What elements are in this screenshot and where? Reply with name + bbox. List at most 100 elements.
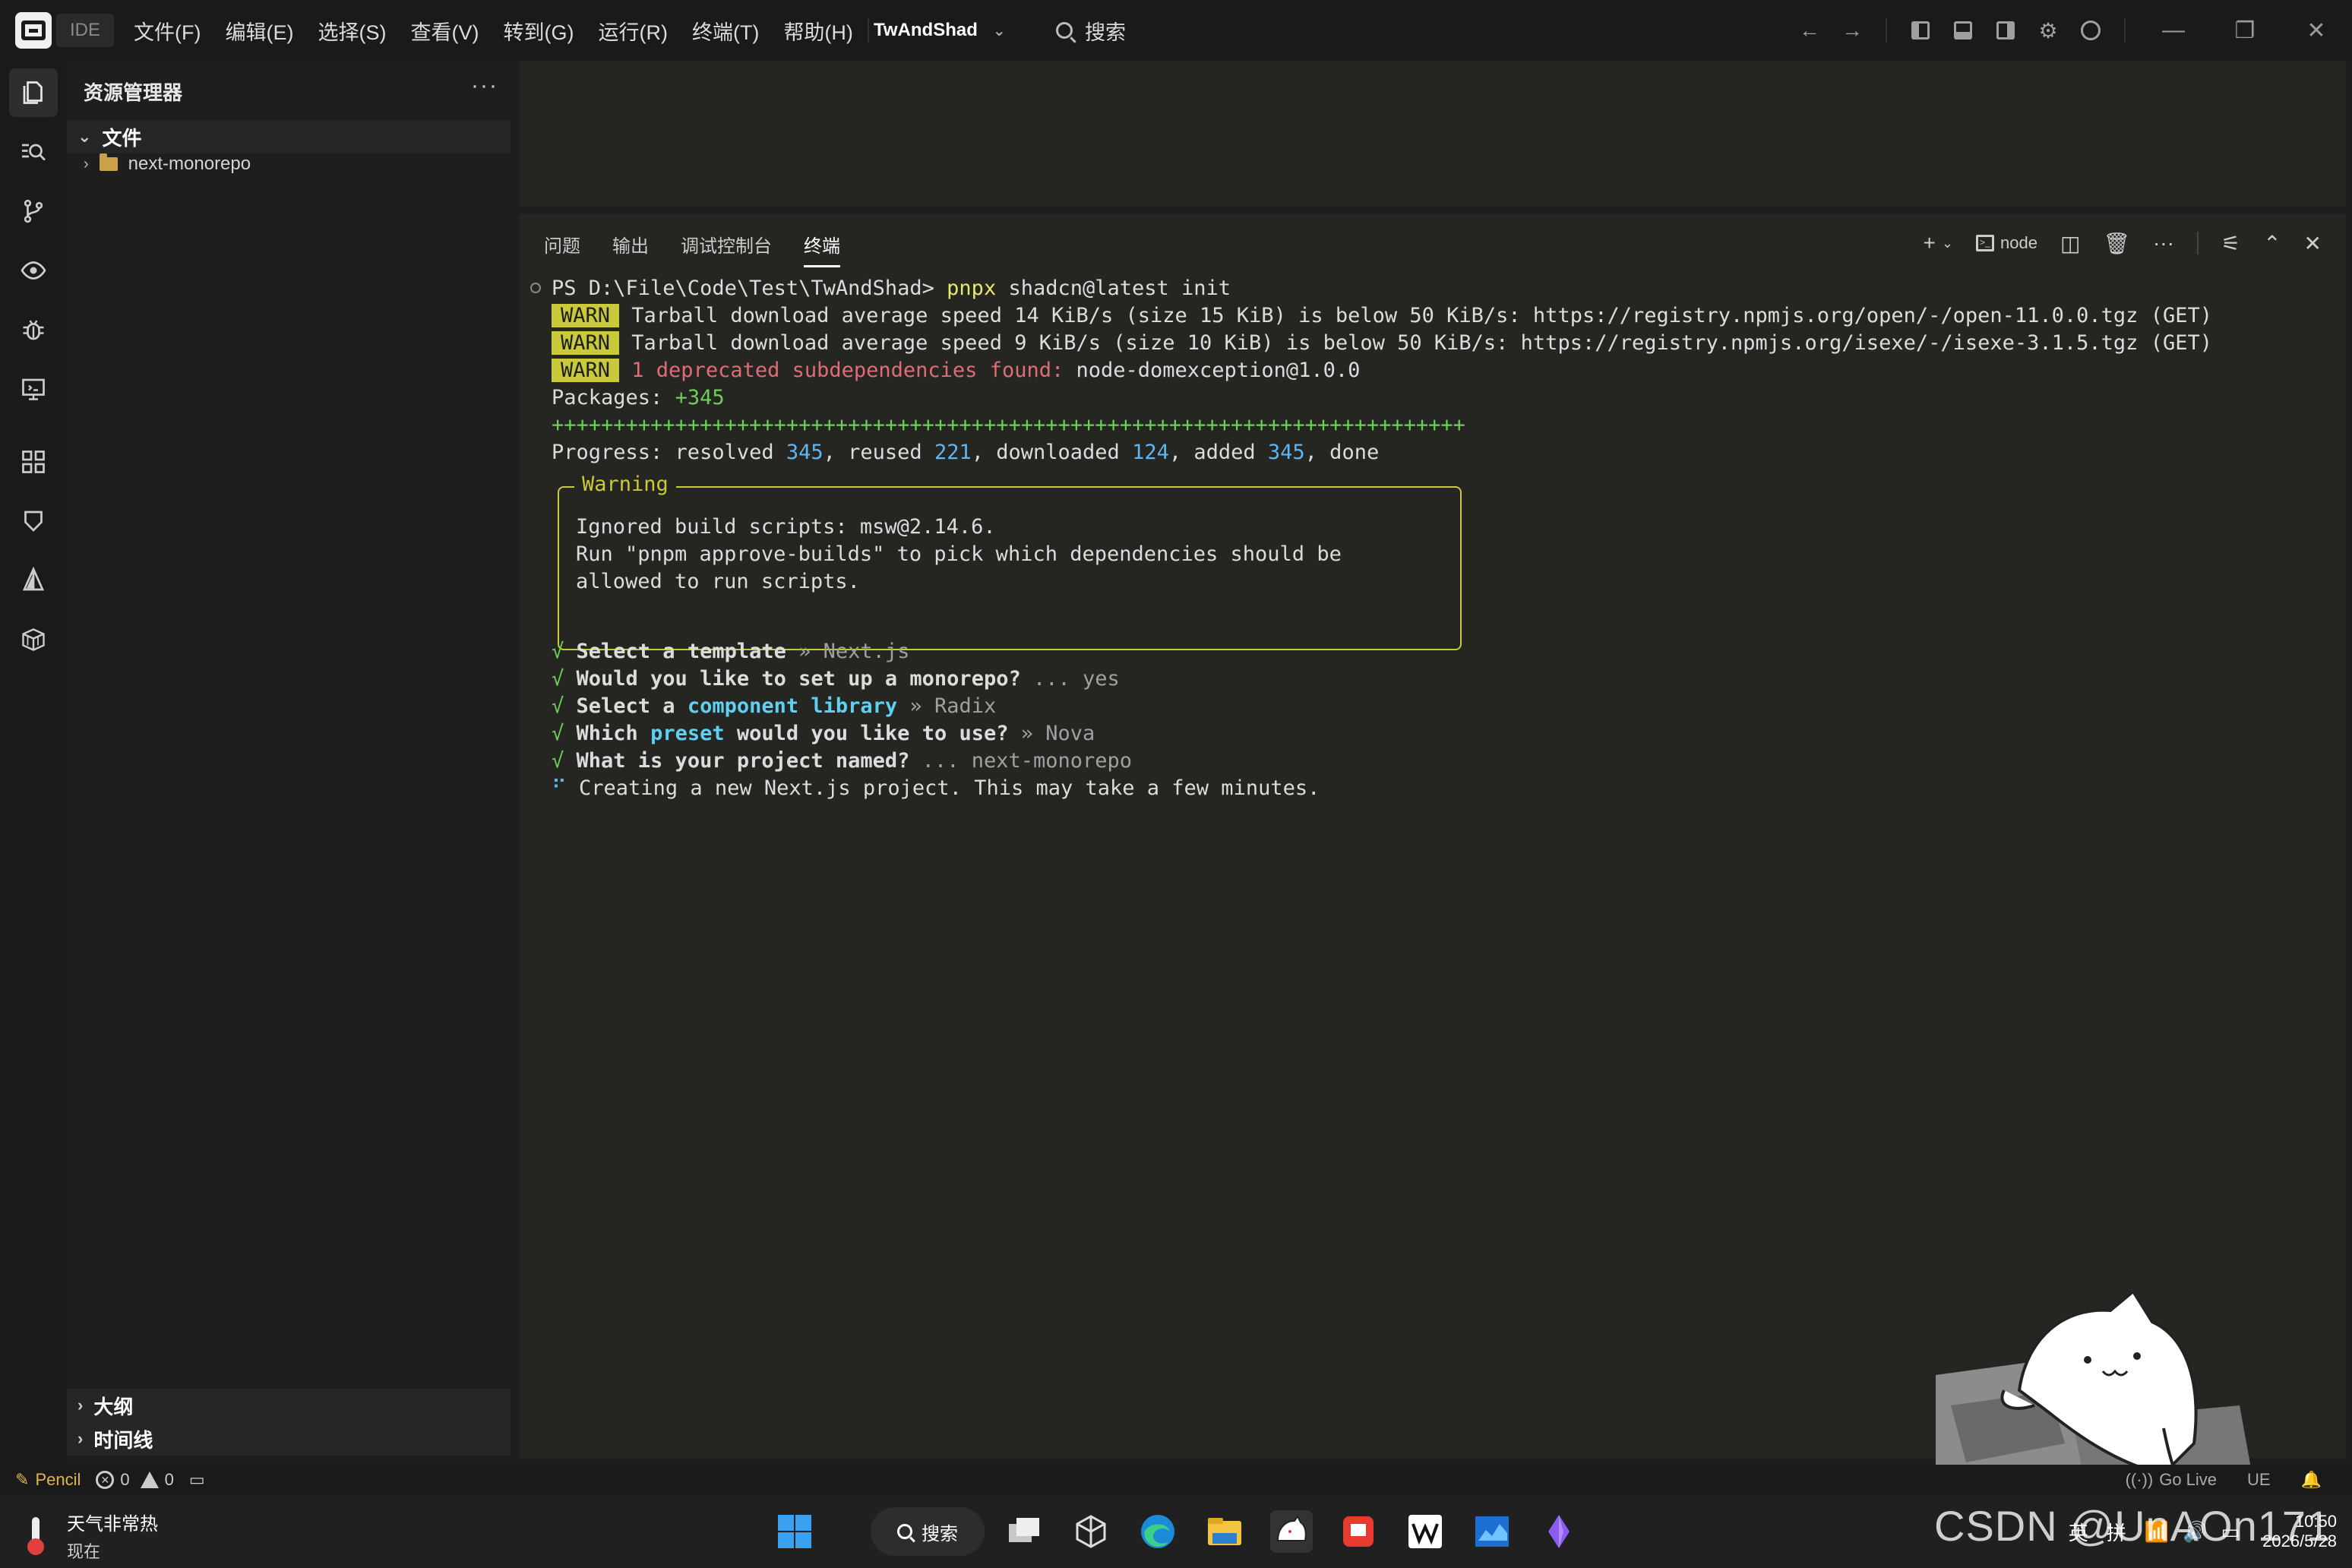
- terminal-line: ⠋ Creating a new Next.js project. This m…: [552, 776, 1320, 800]
- panel-tabs: 问题 输出 调试控制台 终端: [544, 231, 872, 267]
- menu-go[interactable]: 转到(G): [503, 16, 574, 46]
- unity-app-icon[interactable]: [1070, 1510, 1112, 1553]
- broadcast-icon: ((·)): [2125, 1470, 2154, 1489]
- shield-icon[interactable]: [9, 497, 58, 545]
- folder-icon: [99, 153, 118, 171]
- task-view-icon[interactable]: [1003, 1510, 1045, 1553]
- debug-icon[interactable]: [9, 305, 58, 354]
- app-logo-icon[interactable]: [15, 12, 52, 49]
- chevron-right-icon: ›: [77, 1396, 84, 1415]
- panel-actions: + ⌄ >_ node ◫ 🗑 ··· ⚟ ⌃ ✕: [1901, 226, 2322, 260]
- maximize-panel-icon[interactable]: ⌃: [2263, 231, 2281, 256]
- project-switcher[interactable]: TwAndShad ⌄: [874, 0, 1006, 61]
- go-live-button[interactable]: Go Live: [2159, 1470, 2217, 1490]
- menu-view[interactable]: 查看(V): [410, 16, 479, 46]
- terminal-line: WARN Tarball download average speed 9 Ki…: [552, 330, 2212, 357]
- chat-icon[interactable]: ▭: [189, 1470, 205, 1490]
- package-icon[interactable]: [9, 615, 58, 664]
- menu-run[interactable]: 运行(R): [598, 16, 667, 46]
- timeline-section-label: 时间线: [93, 1428, 153, 1452]
- toggle-primary-sidebar-icon[interactable]: [1899, 0, 1942, 61]
- remote-explorer-icon[interactable]: [9, 365, 58, 413]
- search-files-icon[interactable]: [9, 128, 58, 176]
- new-terminal-button[interactable]: + ⌄: [1924, 231, 1953, 255]
- terminal-icon: >_: [1976, 235, 1994, 251]
- status-bar: ✎ Pencil ✕ 0 0 ▭ ((·)) Go Live UE 🔔: [0, 1465, 2352, 1495]
- forward-arrow-icon[interactable]: →: [1831, 0, 1873, 61]
- cat-app-icon[interactable]: [1270, 1510, 1313, 1553]
- terminal-line: WARN 1 deprecated subdependencies found:…: [552, 357, 1360, 384]
- terminal-line: √ What is your project named? ... next-m…: [552, 749, 1133, 773]
- warn-badge: WARN: [552, 359, 620, 382]
- sliders-icon[interactable]: ⚟: [2221, 231, 2240, 256]
- terminal-line: Progress: resolved 345, reused 221, down…: [552, 441, 1380, 464]
- close-window-button[interactable]: ✕: [2281, 0, 2352, 61]
- toggle-secondary-sidebar-icon[interactable]: [1984, 0, 2027, 61]
- terminal-line: √ Would you like to set up a monorepo? .…: [552, 667, 1120, 691]
- tree-item-folder[interactable]: › next-monorepo: [84, 153, 251, 175]
- problems-status[interactable]: ✕ 0 0: [96, 1470, 174, 1490]
- files-section-label: 文件: [102, 126, 142, 150]
- tab-debug-console[interactable]: 调试控制台: [681, 231, 772, 267]
- editor-area[interactable]: [520, 61, 2346, 207]
- restore-button[interactable]: ❐: [2209, 0, 2281, 61]
- tab-output[interactable]: 输出: [612, 231, 649, 267]
- close-panel-icon[interactable]: ✕: [2304, 231, 2322, 256]
- terminal-line: WARN Tarball download average speed 14 K…: [552, 302, 2212, 330]
- chevron-right-icon: ›: [84, 155, 89, 172]
- status-right: ((·)) Go Live UE 🔔: [2126, 1465, 2322, 1495]
- crystal-app-icon[interactable]: [1538, 1510, 1580, 1553]
- weather-subtitle: 现在: [67, 1542, 101, 1561]
- tab-problems[interactable]: 问题: [544, 231, 580, 267]
- encoding-status[interactable]: UE: [2247, 1470, 2271, 1490]
- warning-box-title: Warning: [574, 473, 676, 496]
- menu-selection[interactable]: 选择(S): [318, 16, 386, 46]
- weather-widget[interactable]: 天气非常热 现在: [27, 1509, 158, 1563]
- terminal-profile[interactable]: >_ node: [1976, 233, 2037, 253]
- account-icon[interactable]: [2069, 0, 2112, 61]
- sidebar-title: 资源管理器: [84, 81, 183, 104]
- warning-icon: [140, 1472, 159, 1488]
- extensions-icon[interactable]: [9, 438, 58, 486]
- split-terminal-icon[interactable]: ◫: [2060, 231, 2080, 256]
- red-app-icon[interactable]: [1337, 1510, 1380, 1553]
- menu-bar: 文件(F) 编辑(E) 选择(S) 查看(V) 转到(G) 运行(R) 终端(T…: [134, 0, 877, 61]
- terminal-line: allowed to run scripts.: [576, 570, 860, 593]
- wps-app-icon[interactable]: [1404, 1510, 1446, 1553]
- ide-badge[interactable]: IDE: [56, 14, 115, 47]
- terminal-line: PS D:\File\Code\Test\TwAndShad> pnpx sha…: [552, 277, 1231, 300]
- command-search[interactable]: 搜索: [1056, 0, 1126, 61]
- progress-bar-text: ++++++++++++++++++++++++++++++++++++++++…: [552, 413, 1465, 437]
- pencil-status[interactable]: ✎ Pencil: [15, 1470, 81, 1490]
- chart-app-icon[interactable]: [1471, 1510, 1513, 1553]
- timeline-section-header[interactable]: › 时间线: [67, 1422, 511, 1456]
- menu-terminal[interactable]: 终端(T): [692, 16, 759, 46]
- menu-help[interactable]: 帮助(H): [783, 16, 852, 46]
- terminal-line: Run "pnpm approve-builds" to pick which …: [576, 542, 1342, 566]
- files-section-header[interactable]: ⌄ 文件: [67, 120, 511, 153]
- more-actions-icon[interactable]: ···: [471, 73, 498, 99]
- menu-edit[interactable]: 编辑(E): [225, 16, 293, 46]
- edge-browser-icon[interactable]: [1136, 1510, 1179, 1553]
- start-button[interactable]: [773, 1510, 816, 1553]
- explorer-icon[interactable]: [9, 68, 58, 117]
- search-icon: [1056, 22, 1073, 39]
- file-explorer-icon[interactable]: [1203, 1510, 1246, 1553]
- sail-icon[interactable]: [9, 556, 58, 605]
- outline-section-header[interactable]: › 大纲: [67, 1389, 511, 1422]
- thermometer-icon: [27, 1516, 44, 1555]
- back-arrow-icon[interactable]: ←: [1788, 0, 1831, 61]
- gear-icon[interactable]: ⚙: [2027, 0, 2069, 61]
- tree-item-label: next-monorepo: [128, 153, 251, 174]
- eye-icon[interactable]: [9, 246, 58, 295]
- taskbar-search[interactable]: 搜索: [871, 1507, 985, 1556]
- menu-file[interactable]: 文件(F): [134, 16, 201, 46]
- toggle-panel-icon[interactable]: [1942, 0, 1984, 61]
- minimize-button[interactable]: —: [2138, 0, 2209, 61]
- trash-icon[interactable]: 🗑: [2103, 231, 2130, 256]
- more-icon[interactable]: ···: [2153, 231, 2174, 255]
- tab-terminal[interactable]: 终端: [804, 231, 840, 267]
- source-control-icon[interactable]: [9, 187, 58, 236]
- chevron-down-icon: ⌄: [1941, 235, 1953, 251]
- bell-icon[interactable]: 🔔: [2301, 1470, 2322, 1490]
